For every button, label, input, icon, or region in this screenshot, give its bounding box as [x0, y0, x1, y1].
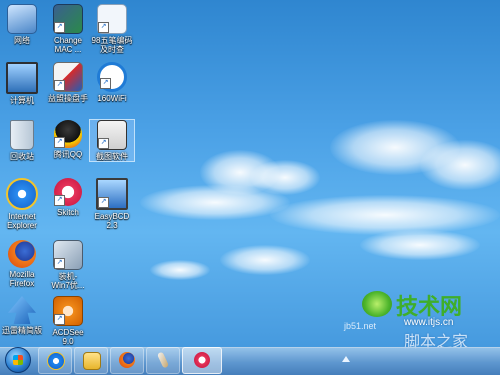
cloud: [220, 245, 310, 275]
desktop-icon-label: Mozilla: [9, 270, 35, 279]
shortcut-arrow-icon: ↗: [100, 78, 111, 89]
desktop-icon-firefox[interactable]: Mozilla Firefox: [0, 240, 44, 288]
taskbar-explorer-button[interactable]: [74, 347, 108, 374]
shortcut-arrow-icon: ↗: [54, 258, 65, 269]
brush-icon: [156, 351, 170, 369]
desktop-icon-label: 装机-: [58, 272, 78, 281]
watermark: 技术网 www.itjs.cn jb51.net 脚本之家: [344, 287, 494, 351]
desktop-icon-computer[interactable]: 计算机: [0, 62, 44, 105]
cloud: [140, 185, 290, 220]
desktop-icon-label: 回收站: [10, 152, 34, 161]
camera-icon: ↗: [97, 120, 127, 150]
trading-app-icon: ↗: [53, 62, 83, 92]
desktop-icon-label: Explorer: [7, 221, 37, 230]
wifi-icon: ↗: [97, 62, 127, 92]
desktop-icon-label: MAC ...: [54, 45, 82, 54]
desktop-icon-label: ACDSee: [52, 328, 84, 337]
win7-optimizer-icon: ↗: [53, 240, 83, 270]
desktop-icon-label: EasyBCD: [94, 212, 130, 221]
taskbar-firefox-button[interactable]: [110, 347, 144, 374]
shortcut-arrow-icon: ↗: [54, 314, 65, 325]
watermark-site2: jb51.net: [344, 321, 377, 331]
computer-icon: [6, 62, 38, 94]
desktop-icon-label: Skitch: [57, 208, 79, 217]
watermark-logo-icon: [362, 291, 392, 317]
desktop-icon-wubi[interactable]: ↗ 98五笔编码 及时查: [90, 4, 134, 54]
desktop-icon-label: 9.0: [62, 337, 74, 346]
shortcut-arrow-icon: ↗: [54, 195, 65, 206]
firefox-icon: [8, 240, 36, 268]
desktop-icon-label: 迅雷精简版: [2, 326, 42, 335]
desktop-icon-label: 网络: [14, 36, 30, 45]
desktop-icon-network[interactable]: 网络: [0, 4, 44, 45]
shortcut-arrow-icon: ↗: [98, 197, 109, 208]
acdsee-icon: ↗: [53, 296, 83, 326]
desktop-icon-label: Internet: [8, 212, 36, 221]
ie-icon: [6, 178, 38, 210]
shortcut-arrow-icon: ↗: [54, 22, 65, 33]
cloud: [150, 260, 210, 280]
cloud: [270, 195, 500, 235]
ie-icon: [47, 352, 65, 370]
wubi-lookup-icon: ↗: [97, 4, 127, 34]
desktop-icon-label: 腾讯QQ: [53, 150, 83, 159]
desktop-icon-trading-app[interactable]: ↗ 益盟操盘手: [46, 62, 90, 103]
system-tray: [320, 348, 500, 375]
desktop-icon-acdsee[interactable]: ↗ ACDSee 9.0: [46, 296, 90, 346]
recycle-bin-icon: [10, 120, 34, 150]
desktop-icon-easybcd[interactable]: ↗ EasyBCD 2.3: [90, 178, 134, 230]
desktop-icon-ie[interactable]: Internet Explorer: [0, 178, 44, 230]
desktop-icon-qq[interactable]: ↗ 腾讯QQ: [46, 120, 90, 159]
desktop-icon-label: 2.3: [106, 221, 118, 230]
show-hidden-icons-button[interactable]: [342, 356, 350, 362]
desktop-icon-win7-optimizer[interactable]: ↗ 装机- Win7优...: [46, 240, 90, 290]
windows-logo-icon: [13, 355, 23, 365]
desktop-icon-recycle-bin[interactable]: 回收站: [0, 120, 44, 161]
xunlei-icon: [8, 296, 36, 324]
watermark-site: www.itjs.cn: [404, 317, 454, 328]
taskbar-skitch-button[interactable]: [182, 347, 222, 374]
desktop-icon-xunlei[interactable]: 迅雷精简版: [0, 296, 44, 335]
skitch-icon: [194, 352, 210, 368]
desktop-icon-skitch[interactable]: ↗ Skitch: [46, 178, 90, 217]
desktop-icon-label: 160WiFi: [97, 94, 127, 103]
desktop-icon-label: 及时查: [100, 45, 124, 54]
desktop-icon-label: Firefox: [9, 279, 35, 288]
taskbar-ie-button[interactable]: [38, 347, 72, 374]
shortcut-arrow-icon: ↗: [54, 137, 65, 148]
desktop-icon-label: 98五笔编码: [91, 36, 133, 45]
desktop-icon-screenshot[interactable]: ↗ 截图软件: [89, 119, 135, 162]
desktop-icon-label: Change: [53, 36, 83, 45]
desktop-icon-label: 计算机: [10, 96, 34, 105]
change-mac-icon: ↗: [53, 4, 83, 34]
desktop-icon-160wifi[interactable]: ↗ 160WiFi: [90, 62, 134, 103]
easybcd-icon: ↗: [96, 178, 128, 210]
taskbar-brush-button[interactable]: [146, 347, 180, 374]
shortcut-arrow-icon: ↗: [98, 138, 109, 149]
desktop-icon-label: Win7优...: [51, 281, 85, 290]
folder-icon: [83, 352, 101, 370]
desktop-icon-label: 截图软件: [96, 152, 128, 161]
shortcut-arrow-icon: ↗: [54, 80, 65, 91]
desktop-icon-label: 益盟操盘手: [48, 94, 88, 103]
network-icon: [7, 4, 37, 34]
skitch-icon: ↗: [54, 178, 82, 206]
qq-icon: ↗: [54, 120, 82, 148]
desktop-icon-change-mac[interactable]: ↗ Change MAC ...: [46, 4, 90, 54]
firefox-icon: [119, 352, 135, 368]
cloud: [420, 140, 500, 190]
cloud: [360, 230, 480, 260]
taskbar: [0, 347, 500, 375]
shortcut-arrow-icon: ↗: [98, 22, 109, 33]
start-button[interactable]: [5, 347, 31, 373]
